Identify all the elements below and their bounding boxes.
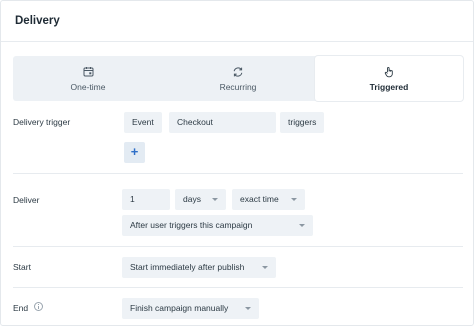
delay-unit-value: days: [183, 194, 201, 204]
chevron-down-icon: [262, 266, 268, 269]
event-name-field[interactable]: Checkout: [169, 112, 276, 133]
start-value: Start immediately after publish: [130, 262, 245, 272]
start-label: Start: [13, 262, 31, 272]
end-label: End: [13, 303, 29, 313]
tab-label: One-time: [70, 82, 106, 92]
delivery-condition-value: After user triggers this campaign: [130, 220, 253, 230]
chevron-down-icon: [299, 224, 305, 227]
delivery-type-tabs: One-time Recurring Triggered: [13, 56, 463, 101]
end-value: Finish campaign manually: [130, 303, 229, 313]
tab-one-time[interactable]: One-time: [13, 56, 163, 101]
info-icon[interactable]: [34, 302, 43, 311]
page-title: Delivery: [15, 15, 60, 27]
tab-recurring[interactable]: Recurring: [163, 56, 313, 101]
divider: [13, 287, 463, 288]
add-trigger-button[interactable]: +: [124, 142, 145, 163]
delay-unit-select[interactable]: days: [175, 189, 226, 210]
delivery-trigger-label: Delivery trigger: [13, 117, 71, 127]
delay-amount-input[interactable]: 1: [122, 189, 170, 210]
chevron-down-icon: [291, 198, 297, 201]
panel-header: Delivery: [1, 1, 473, 42]
timing-select[interactable]: exact time: [232, 189, 305, 210]
chevron-down-icon: [212, 198, 218, 201]
start-select[interactable]: Start immediately after publish: [122, 257, 276, 278]
end-select[interactable]: Finish campaign manually: [122, 298, 259, 319]
hand-pointer-icon: [315, 66, 463, 78]
divider: [13, 246, 463, 247]
triggers-text: triggers: [280, 112, 325, 133]
tab-triggered[interactable]: Triggered: [315, 56, 463, 101]
delivery-panel: Delivery One-time Recurring Triggered De…: [0, 0, 474, 326]
delivery-condition-select[interactable]: After user triggers this campaign: [122, 215, 313, 236]
calendar-icon: [13, 66, 163, 78]
timing-value: exact time: [240, 194, 279, 204]
divider: [13, 173, 463, 174]
chevron-down-icon: [245, 307, 251, 310]
refresh-icon: [163, 66, 313, 78]
tab-label: Triggered: [369, 82, 409, 92]
tab-label: Recurring: [219, 82, 257, 92]
event-type-chip: Event: [124, 112, 162, 133]
deliver-label: Deliver: [13, 195, 40, 205]
